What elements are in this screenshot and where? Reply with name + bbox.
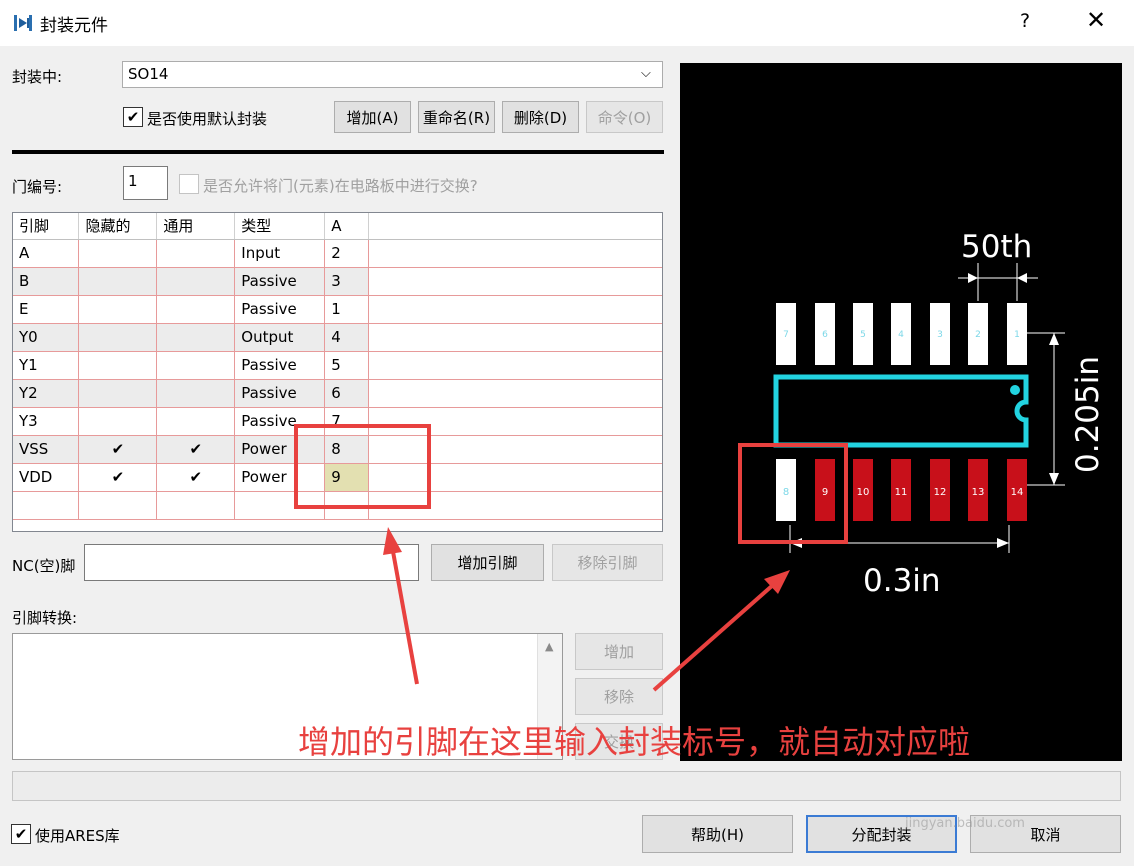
status-bar xyxy=(12,771,1121,801)
annotation-caption: 增加的引脚在这里输入封装标号，就自动对应啦 xyxy=(298,723,971,761)
watermark-url: jingyan.baidu.com xyxy=(905,816,1025,831)
help-button[interactable]: 帮助(H) xyxy=(642,815,793,853)
use-ares-label: 使用ARES库 xyxy=(35,827,120,845)
use-ares-checkbox[interactable]: ✔ xyxy=(11,824,31,844)
